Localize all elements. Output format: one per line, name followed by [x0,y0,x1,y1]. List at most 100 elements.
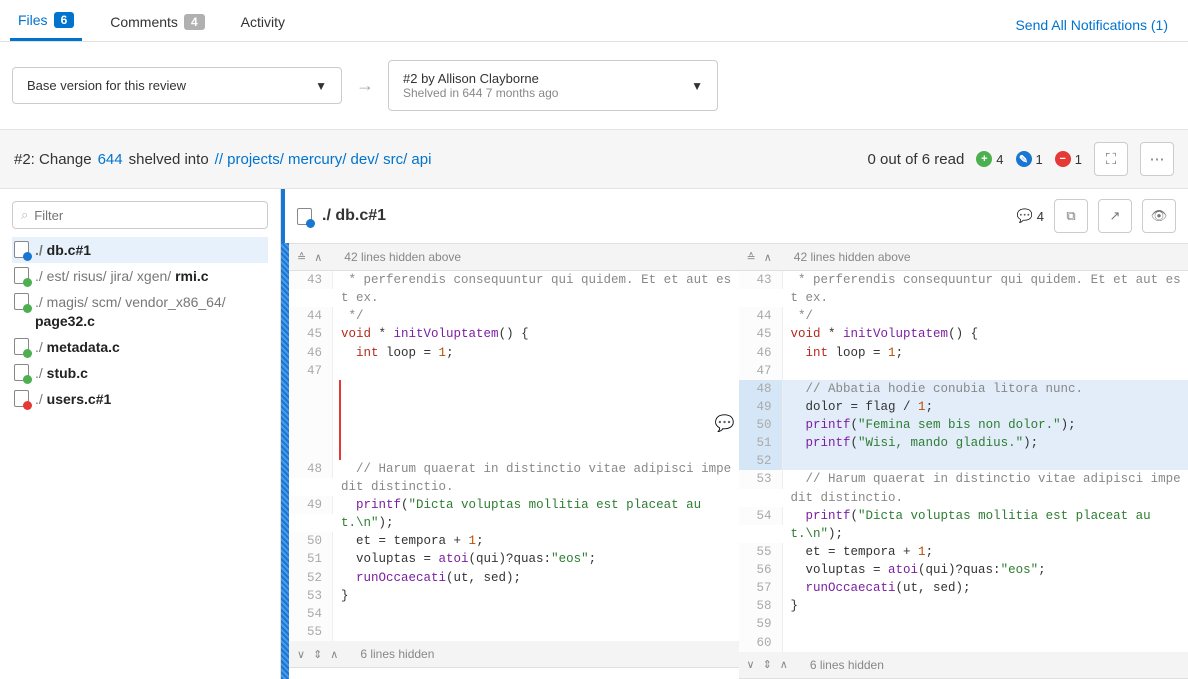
file-edit-icon [297,208,312,225]
expand-all-icon[interactable]: ≙ [747,251,756,264]
path-segment[interactable]: src/ [383,151,411,168]
path-segment[interactable]: api [411,151,431,168]
file-sidebar: ⌕ ./ db.c#1./ est/ risus/ jira/ xgen/ rm… [0,189,280,679]
diff-minimap[interactable] [281,243,289,679]
expand-up-icon[interactable]: ∧ [780,658,788,671]
code-text: void * initVoluptatem() { [333,325,739,343]
line-number: 53 [739,470,783,488]
code-line[interactable]: 52 runOccaecati(ut, sed); [289,569,739,587]
target-version-dropdown[interactable]: #2 by Allison Clayborne Shelved in 644 7… [388,60,718,111]
path-segment[interactable]: dev/ [351,151,384,168]
code-line[interactable]: 48 // Abbatia hodie conubia litora nunc. [739,380,1188,398]
code-line[interactable]: 45void * initVoluptatem() { [739,325,1188,343]
code-line[interactable]: 55 et = tempora + 1; [739,543,1188,561]
line-number: 49 [289,496,333,514]
file-item[interactable]: ./ est/ risus/ jira/ xgen/ rmi.c [12,263,268,289]
code-line[interactable]: 43 * perferendis consequuntur qui quidem… [289,271,739,307]
code-line[interactable]: 52 [739,452,1188,470]
code-text: int loop = 1; [333,344,739,362]
code-line[interactable]: 58} [739,597,1188,615]
base-version-label: Base version for this review [27,78,186,93]
fullscreen-button[interactable]: ⛶ [1094,142,1128,176]
hidden-below-bar: ∨ ⇕ ∧ 6 lines hidden [289,641,739,668]
code-line[interactable]: 49 printf("Dicta voluptas mollitia est p… [289,496,739,532]
code-line[interactable]: 53 // Harum quaerat in distinctio vitae … [739,470,1188,506]
line-number: 47 [289,362,333,380]
code-line[interactable]: 44 */ [289,307,739,325]
change-link[interactable]: 644 [98,151,123,168]
code-line[interactable]: 59 [739,615,1188,633]
expand-both-icon[interactable]: ⇕ [763,658,772,671]
code-line[interactable]: 54 printf("Dicta voluptas mollitia est p… [739,507,1188,543]
code-line[interactable]: 48 // Harum quaerat in distinctio vitae … [289,460,739,496]
expand-down-icon[interactable]: ∨ [747,658,755,671]
code-line[interactable]: 53} [289,587,739,605]
version-selectors: Base version for this review ▼ → #2 by A… [0,42,1188,129]
target-title: #2 by Allison Clayborne [403,71,558,86]
copy-button[interactable]: ⧉ [1054,199,1088,233]
code-line[interactable]: 46 int loop = 1; [739,344,1188,362]
code-line[interactable]: 43 * perferendis consequuntur qui quidem… [739,271,1188,307]
tab-activity[interactable]: Activity [233,10,293,40]
code-line[interactable]: 51 printf("Wisi, mando gladius."); [739,434,1188,452]
line-number: 60 [739,634,783,652]
code-line[interactable]: 57 runOccaecati(ut, sed); [739,579,1188,597]
delete-count: −1 [1055,151,1082,167]
file-item[interactable]: ./ magis/ scm/ vendor_x86_64/ page32.c [12,289,268,333]
code-text: * perferendis consequuntur qui quidem. E… [333,271,739,307]
code-text: printf("Dicta voluptas mollitia est plac… [783,507,1188,543]
code-line[interactable]: 50 et = tempora + 1; [289,532,739,550]
code-line[interactable]: 54 [289,605,739,623]
tab-label: Files [18,12,48,28]
hidden-above-bar: ≙ ∧ 42 lines hidden above [289,244,739,271]
file-comments-count[interactable]: 💬4 [1017,208,1044,224]
comment-icon[interactable]: 💬 [715,413,735,436]
diff-view: ./ db.c#1 💬4 ⧉ ↗ 👁 ≙ ∧ 42 lines hidden a… [280,189,1188,679]
open-external-button[interactable]: ↗ [1098,199,1132,233]
code-line[interactable]: 44 */ [739,307,1188,325]
path-segment[interactable]: // projects/ [215,151,288,168]
code-line[interactable]: 56 voluptas = atoi(qui)?quas:"eos"; [739,561,1188,579]
code-line[interactable]: 55 [289,623,739,641]
code-line[interactable]: 💬50 printf("Femina sem bis non dolor."); [739,416,1188,434]
base-version-dropdown[interactable]: Base version for this review ▼ [12,67,342,104]
code-text: et = tempora + 1; [783,543,1188,561]
file-path: ./ magis/ scm/ vendor_x86_64/ page32.c [35,293,266,329]
expand-all-icon[interactable]: ≙ [297,251,306,264]
expand-down-icon[interactable]: ∨ [297,648,305,661]
code-line[interactable]: 46 int loop = 1; [289,344,739,362]
path-segment[interactable]: mercury/ [288,151,351,168]
file-item[interactable]: ./ stub.c [12,360,268,386]
line-number: 43 [739,271,783,289]
expand-up-icon[interactable]: ∧ [314,251,322,264]
expand-both-icon[interactable]: ⇕ [313,648,322,661]
code-line[interactable]: 49 dolor = flag / 1; [739,398,1188,416]
file-add-icon [14,267,29,284]
expand-up-icon[interactable]: ∧ [764,251,772,264]
code-line[interactable]: 51 voluptas = atoi(qui)?quas:"eos"; [289,550,739,568]
code-text: // Abbatia hodie conubia litora nunc. [783,380,1188,398]
code-line[interactable]: 47 [289,362,739,380]
code-text: } [783,597,1188,615]
line-number: 58 [739,597,783,615]
line-number: 45 [289,325,333,343]
filter-input[interactable] [34,208,259,223]
more-button[interactable]: ⋯ [1140,142,1174,176]
file-add-icon [14,338,29,355]
file-path: ./ stub.c [35,364,88,382]
code-line[interactable]: 45void * initVoluptatem() { [289,325,739,343]
hidden-above-text: 42 lines hidden above [794,250,911,264]
file-item[interactable]: ./ users.c#1 [12,386,268,412]
expand-up-icon[interactable]: ∧ [330,648,338,661]
tab-files[interactable]: Files 6 [10,8,82,41]
send-all-notifications-link[interactable]: Send All Notifications (1) [1015,17,1178,33]
view-toggle-button[interactable]: 👁 [1142,199,1176,233]
file-path: ./ users.c#1 [35,390,111,408]
file-filter[interactable]: ⌕ [12,201,268,229]
file-item[interactable]: ./ metadata.c [12,334,268,360]
tab-comments[interactable]: Comments 4 [102,10,212,40]
code-line[interactable]: 47 [739,362,1188,380]
code-line[interactable]: 60 [739,634,1188,652]
file-item[interactable]: ./ db.c#1 [12,237,268,263]
top-tabs: Files 6 Comments 4 Activity Send All Not… [0,0,1188,42]
